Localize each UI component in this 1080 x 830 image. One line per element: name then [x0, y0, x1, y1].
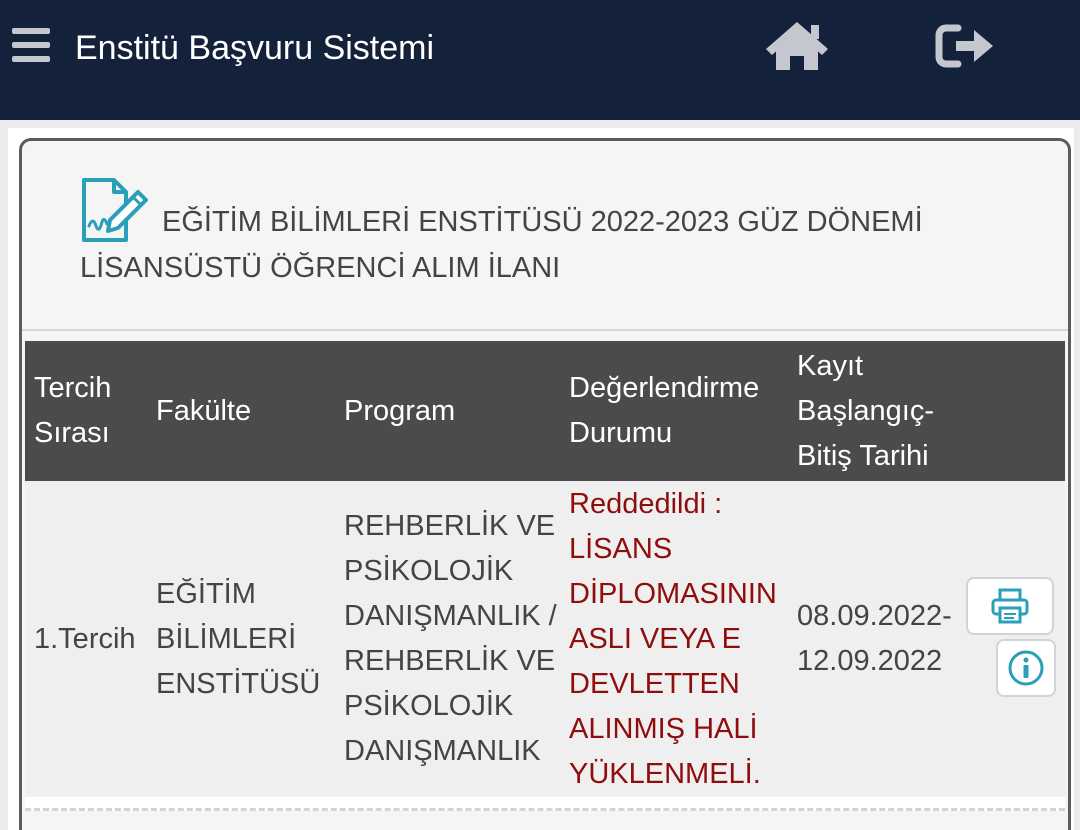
cell-actions	[966, 481, 1065, 797]
application-panel: EĞİTİM BİLİMLERİ ENSTİTÜSÜ 2022-2023 GÜZ…	[19, 138, 1071, 830]
page-content: EĞİTİM BİLİMLERİ ENSTİTÜSÜ 2022-2023 GÜZ…	[0, 120, 1080, 830]
cell-faculty: EĞİTİM BİLİMLERİ ENSTİTÜSÜ	[156, 577, 321, 700]
cell-preference: 1.Tercih	[34, 622, 136, 655]
col-header-preference: Tercih Sırası	[34, 372, 112, 449]
print-icon	[991, 588, 1029, 624]
col-header-registration: Kayıt Başlangıç-Bitiş Tarihi	[797, 349, 935, 472]
col-header-actions	[966, 341, 1065, 481]
preference-table-wrap: Tercih Sırası Fakülte Program Değerlendi…	[25, 341, 1065, 811]
col-header-evaluation: Değerlendirme Durumu	[569, 372, 760, 449]
print-button[interactable]	[966, 577, 1054, 635]
panel-heading: EĞİTİM BİLİMLERİ ENSTİTÜSÜ 2022-2023 GÜZ…	[22, 141, 1068, 331]
table-row: 1.Tercih EĞİTİM BİLİMLERİ ENSTİTÜSÜ REHB…	[25, 481, 1065, 797]
cell-evaluation-status: Reddedildi : LİSANS DİPLOMASININ ASLI VE…	[569, 487, 777, 790]
home-icon[interactable]	[764, 20, 830, 72]
col-header-program: Program	[344, 394, 456, 427]
cell-program: REHBERLİK VE PSİKOLOJİK DANIŞMANLIK / RE…	[344, 510, 557, 767]
preference-table: Tercih Sırası Fakülte Program Değerlendi…	[25, 341, 1065, 797]
table-header-row: Tercih Sırası Fakülte Program Değerlendi…	[25, 341, 1065, 481]
hamburger-menu-icon[interactable]	[12, 28, 50, 62]
info-button[interactable]	[996, 639, 1056, 697]
info-icon	[1008, 650, 1044, 686]
col-header-faculty: Fakülte	[156, 394, 252, 427]
sign-out-icon[interactable]	[934, 22, 996, 70]
cell-registration-dates: 08.09.2022-12.09.2022	[797, 600, 952, 677]
app-title: Enstitü Başvuru Sistemi	[75, 29, 435, 67]
top-navbar: Enstitü Başvuru Sistemi	[0, 0, 1080, 120]
content-sheet: EĞİTİM BİLİMLERİ ENSTİTÜSÜ 2022-2023 GÜZ…	[8, 128, 1074, 830]
announcement-title: EĞİTİM BİLİMLERİ ENSTİTÜSÜ 2022-2023 GÜZ…	[80, 206, 923, 284]
